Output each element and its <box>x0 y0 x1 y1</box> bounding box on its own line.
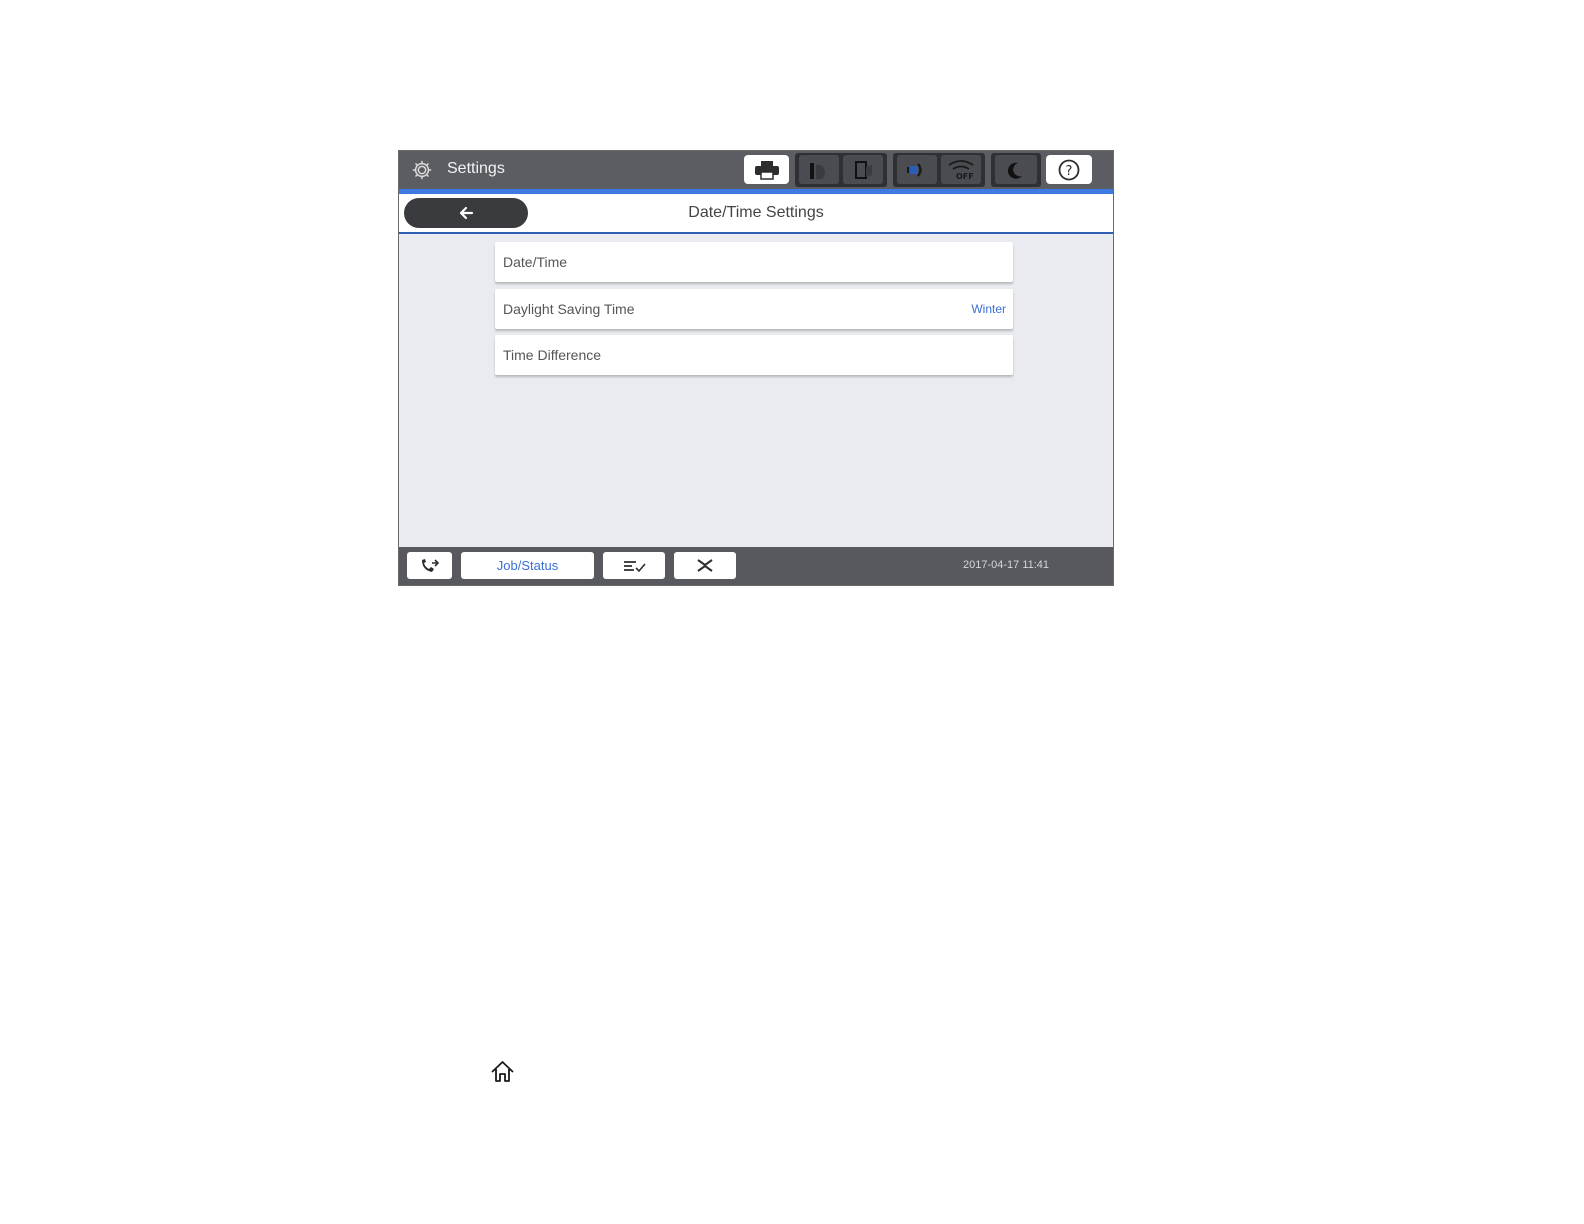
printer-icon <box>754 160 779 180</box>
bottom-bar: Job/Status 2017-04-17 11:41 <box>399 547 1113 585</box>
menu-item-label: Date/Time <box>503 254 568 270</box>
wifi-off-icon: OFF <box>948 159 974 181</box>
network-status-group[interactable]: OFF <box>893 153 985 187</box>
page-title: Date/Time Settings <box>688 204 824 221</box>
fax-receive-button[interactable] <box>674 552 736 579</box>
help-icon: ? <box>1058 159 1080 180</box>
fax-call-icon <box>421 558 439 572</box>
help-button[interactable]: ? <box>1046 155 1092 184</box>
fax-receive-icon <box>697 558 713 572</box>
menu-item-time-difference[interactable]: Time Difference <box>495 335 1013 375</box>
sleep-group[interactable] <box>991 153 1041 187</box>
top-status-bar: Settings OFF ? <box>399 151 1113 189</box>
ink-status-button[interactable] <box>799 155 839 184</box>
job-list-icon <box>624 560 646 572</box>
job-list-button[interactable] <box>603 552 665 579</box>
wifi-status-button[interactable]: OFF <box>941 155 981 184</box>
sleep-moon-icon <box>1007 162 1022 179</box>
fax-button[interactable] <box>407 552 452 579</box>
title-bar: Date/Time Settings <box>399 194 1113 234</box>
ink-cartridge-icon <box>810 162 825 179</box>
supply-status-group[interactable] <box>795 153 887 187</box>
job-status-label: Job/Status <box>496 558 559 573</box>
datetime-display: 2017-04-17 11:41 <box>963 559 1050 571</box>
wired-network-button[interactable] <box>897 155 937 184</box>
app-title: Settings <box>447 160 505 177</box>
maintenance-box-icon <box>855 160 872 179</box>
printer-status-button[interactable] <box>744 155 789 184</box>
menu-item-value: Winter <box>971 302 1006 316</box>
job-status-button[interactable]: Job/Status <box>461 552 594 579</box>
printer-control-panel: Settings OFF ? Date/Time Settings Date/T… <box>398 150 1114 586</box>
wired-network-icon <box>907 162 922 177</box>
sleep-button[interactable] <box>995 155 1037 184</box>
svg-text:?: ? <box>1066 164 1073 179</box>
gear-icon <box>412 160 432 180</box>
menu-item-label: Time Difference <box>503 347 602 363</box>
home-icon <box>491 1061 514 1082</box>
menu-item-date-time[interactable]: Date/Time <box>495 242 1013 282</box>
menu-item-daylight-saving-time[interactable]: Daylight Saving Time Winter <box>495 289 1013 329</box>
menu-item-label: Daylight Saving Time <box>503 301 635 317</box>
maintenance-box-button[interactable] <box>843 155 883 184</box>
svg-text:OFF: OFF <box>956 172 974 181</box>
